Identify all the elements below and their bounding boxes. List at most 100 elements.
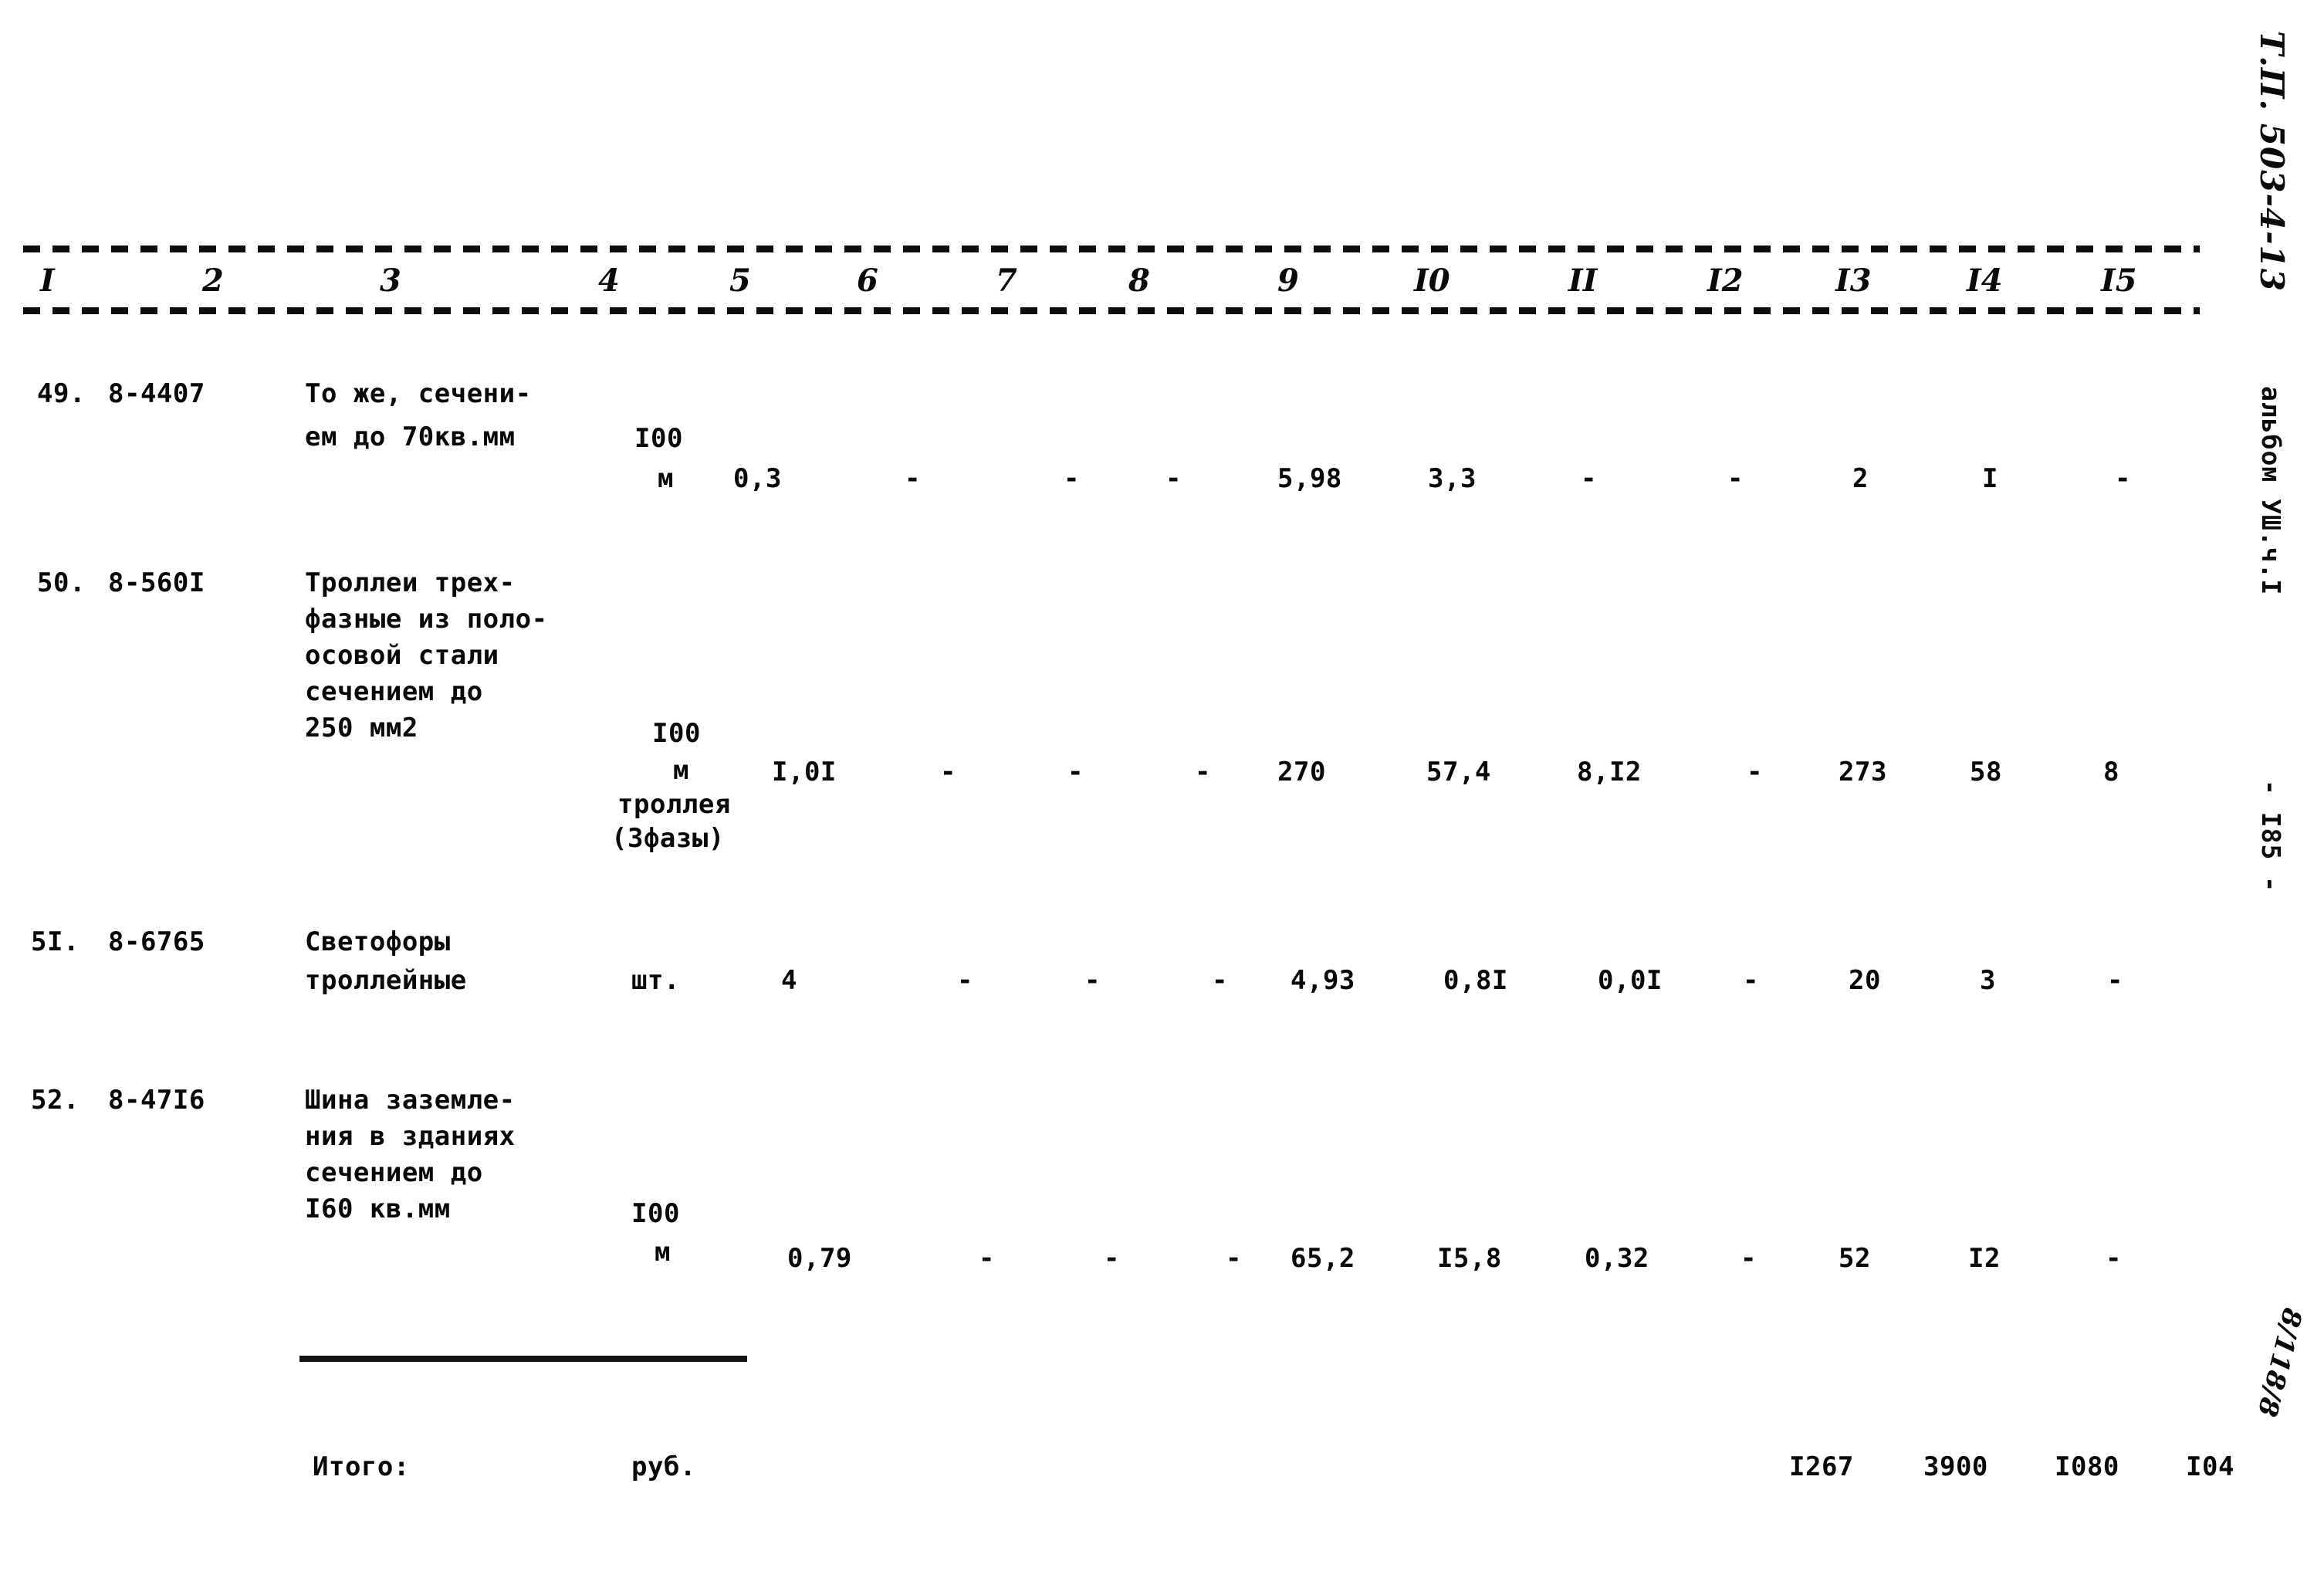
total-unit: руб. [631,1451,696,1482]
row-value-col14: I2 [1968,1243,2001,1274]
column-number-9: 9 [1277,262,1299,299]
column-number-5: 5 [729,262,751,299]
row-value-col9: 5,98 [1277,463,1342,494]
row-value-col13: 20 [1849,965,1881,996]
row-unit-line: м [658,463,674,494]
row-description-line: Светофоры [305,926,451,957]
column-number-10: I0 [1414,262,1450,299]
column-number-3: 3 [380,262,401,299]
column-number-7: 7 [996,262,1017,299]
row-value-col5: 0,79 [787,1243,852,1274]
row-value-col8: - [1195,757,1211,787]
row-code: 8-560I [108,567,205,598]
scanned-page: I 2 3 4 5 6 7 8 9 I0 II I2 I3 I4 I5 49. … [0,0,2324,1595]
total-value-col13: 3900 [1923,1451,1988,1482]
row-description-line: То же, сечени- [305,378,532,409]
total-value-col15: I04 [2186,1451,2234,1482]
row-value-col9: 65,2 [1291,1243,1355,1274]
header-rule-bottom [23,307,2200,314]
row-description-line: 250 мм2 [305,713,418,743]
row-value-col15: - [2115,463,2131,494]
row-description-line: сечением до [305,1157,483,1188]
row-value-col8: - [1226,1243,1242,1274]
column-number-13: I3 [1835,262,1872,299]
row-description-line: Шина заземле- [305,1085,516,1116]
row-value-col5: I,0I [772,757,837,787]
row-value-col7: - [1067,757,1084,787]
row-value-col14: 3 [1980,965,1996,996]
row-value-col6: - [940,757,956,787]
row-value-col11: - [1581,463,1597,494]
row-code: 8-47I6 [108,1085,205,1116]
row-value-col10: 0,8I [1443,965,1508,996]
row-value-col12: - [1740,1243,1757,1274]
row-value-col12: - [1727,463,1744,494]
column-number-6: 6 [857,262,878,299]
row-description-line: ем до 70кв.мм [305,422,516,452]
row-unit-line: I00 [652,718,701,749]
row-value-col10: I5,8 [1437,1243,1502,1274]
column-number-8: 8 [1128,262,1150,299]
row-value-col15: - [2106,1243,2122,1274]
row-value-col7: - [1064,463,1080,494]
row-unit-line: I00 [631,1198,680,1229]
row-value-col13: 2 [1852,463,1869,494]
row-value-col13: 273 [1839,757,1887,787]
row-unit-line: I00 [634,423,683,454]
row-value-col8: - [1212,965,1228,996]
row-unit-line: м [673,755,689,786]
column-number-4: 4 [598,262,620,299]
column-number-1: I [40,262,55,299]
row-value-col12: - [1747,757,1763,787]
row-description-line: I60 кв.мм [305,1194,451,1224]
side-page-number: - I85 - [2256,780,2286,893]
total-value-col14: I080 [2055,1451,2119,1482]
row-description-line: сечением до [305,676,483,707]
row-value-col14: 58 [1970,757,2002,787]
side-caption-album: альбом УШ.ч.I [2256,386,2286,596]
total-label: Итого: [313,1451,410,1482]
total-separator-rule [299,1356,747,1362]
row-value-col8: - [1165,463,1182,494]
row-value-col12: - [1743,965,1759,996]
row-unit-line: м [655,1237,671,1268]
column-number-12: I2 [1707,262,1744,299]
row-value-col13: 52 [1839,1243,1871,1274]
row-description-line: троллейные [305,965,467,996]
row-value-col6: - [957,965,973,996]
row-description-line: ния в зданиях [305,1121,516,1152]
side-caption-document-code: Т.П. 503-4-13 [2253,31,2291,293]
row-description-line: осовой стали [305,640,499,671]
row-index: 5I. [31,926,79,957]
column-number-2: 2 [202,262,224,299]
row-value-col6: - [905,463,921,494]
row-value-col11: 0,0I [1598,965,1663,996]
row-value-col11: 8,I2 [1577,757,1642,787]
row-value-col5: 0,3 [733,463,782,494]
column-number-14: I4 [1967,262,2003,299]
row-value-col10: 57,4 [1426,757,1491,787]
row-code: 8-4407 [108,378,205,409]
row-value-col7: - [1084,965,1101,996]
row-index: 49. [37,378,86,409]
row-value-col14: I [1982,463,1998,494]
header-rule-top [23,246,2200,252]
column-number-15: I5 [2101,262,2137,299]
row-value-col9: 4,93 [1291,965,1355,996]
row-index: 52. [31,1085,79,1116]
row-description-line: Троллеи трех- [305,567,516,598]
row-code: 8-6765 [108,926,205,957]
row-unit-line: шт. [631,965,680,996]
row-value-col15: 8 [2103,757,2119,787]
row-value-col6: - [979,1243,995,1274]
row-value-col15: - [2107,965,2123,996]
row-description-line: фазные из поло- [305,604,548,635]
column-number-11: II [1568,262,1598,299]
row-value-col10: 3,3 [1428,463,1477,494]
row-value-col5: 4 [781,965,797,996]
row-value-col7: - [1104,1243,1120,1274]
row-value-col9: 270 [1277,757,1326,787]
row-index: 50. [37,567,86,598]
total-value-col12: I267 [1789,1451,1854,1482]
row-unit-line: троллея [617,789,731,820]
